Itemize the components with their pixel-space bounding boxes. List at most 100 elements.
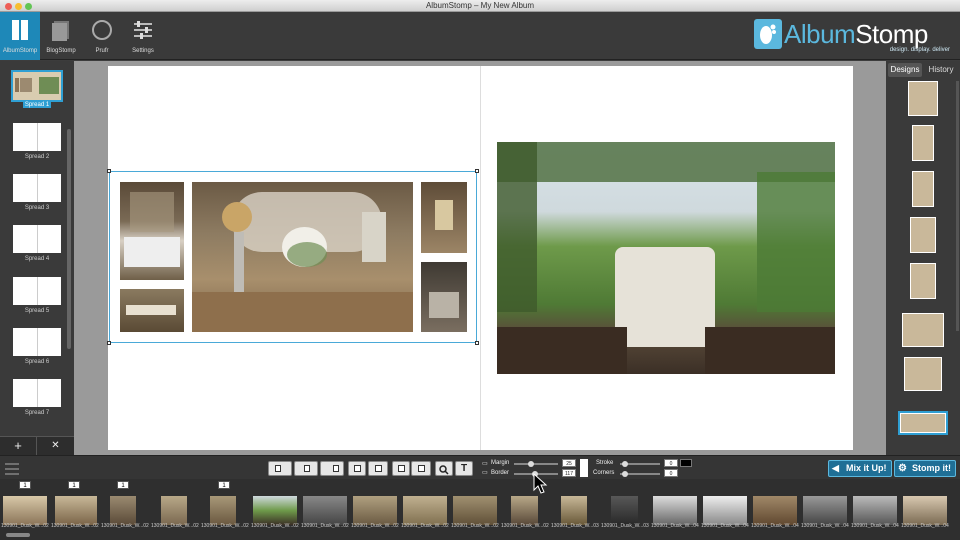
brand-wordmark: AlbumStomp — [784, 19, 928, 50]
spread-label-2: Spread 2 — [24, 154, 50, 160]
stroke-label: Stroke — [596, 460, 614, 466]
filmstrip-photo[interactable] — [703, 496, 747, 525]
resize-handle[interactable] — [475, 169, 479, 173]
filmstrip-photo[interactable] — [903, 496, 947, 525]
filmstrip-photo[interactable] — [353, 496, 397, 525]
filmstrip-photo[interactable] — [853, 496, 897, 525]
filmstrip-filename: 130901_Dusk_W...04 — [901, 523, 949, 529]
filmstrip-photo[interactable] — [653, 496, 697, 525]
grid-layout-button[interactable] — [348, 461, 366, 476]
photo-reception-table-2[interactable] — [120, 289, 184, 332]
design-template[interactable] — [912, 171, 934, 207]
spreads-scrollbar[interactable] — [67, 129, 71, 349]
filmstrip-photo[interactable] — [453, 496, 497, 525]
filmstrip-photo[interactable] — [253, 496, 297, 525]
photo-chairs[interactable] — [421, 262, 467, 332]
spread-thumbnail-4[interactable] — [13, 225, 61, 253]
border-label: Border — [491, 470, 510, 476]
spread-thumbnail-7[interactable] — [13, 379, 61, 407]
tab-history[interactable]: History — [924, 63, 958, 77]
mix-it-up-label: Mix it Up! — [846, 463, 887, 473]
filmstrip-photo[interactable] — [55, 496, 97, 525]
design-template[interactable] — [904, 357, 942, 391]
filmstrip-photo[interactable] — [303, 496, 347, 525]
design-canvas — [74, 61, 886, 455]
corners-label: Corners — [593, 470, 615, 476]
resize-handle[interactable] — [107, 169, 111, 173]
resize-handle[interactable] — [475, 341, 479, 345]
filmstrip-photo[interactable] — [161, 496, 187, 525]
design-template[interactable] — [910, 217, 936, 253]
stomp-it-label: Stomp it! — [912, 463, 951, 473]
usage-count-badge: 1 — [218, 481, 230, 489]
resize-handle[interactable] — [107, 341, 111, 345]
swap-layout-button[interactable] — [392, 461, 410, 476]
text-tool-button[interactable]: T — [455, 461, 473, 476]
spread-label-1: Spread 1 — [22, 102, 52, 108]
border-color-swatch[interactable] — [580, 459, 588, 477]
filmstrip-photo[interactable] — [511, 496, 538, 525]
photo-ceremony-arch[interactable] — [497, 142, 835, 374]
design-template[interactable] — [908, 81, 938, 116]
tool-label: Prufr — [95, 48, 109, 54]
filmstrip-photo[interactable] — [611, 496, 638, 525]
design-template[interactable] — [912, 125, 934, 161]
stomp-it-button[interactable]: ⚙ Stomp it! — [894, 460, 956, 477]
layout-center-button[interactable] — [294, 461, 318, 476]
tool-settings[interactable]: Settings — [123, 12, 163, 60]
border-value[interactable]: 117 — [562, 469, 576, 477]
photo-lantern[interactable] — [421, 182, 467, 253]
flip-layout-button[interactable] — [411, 461, 431, 476]
usage-count-badge: 1 — [117, 481, 129, 489]
filmstrip-photo[interactable] — [803, 496, 847, 525]
corners-slider[interactable] — [620, 471, 660, 477]
filmstrip-photo[interactable] — [403, 496, 447, 525]
spread-label-5: Spread 5 — [24, 308, 50, 314]
filmstrip-photo[interactable] — [561, 496, 587, 525]
usage-count-badge: 1 — [68, 481, 80, 489]
design-template[interactable] — [902, 313, 944, 347]
add-spread-button[interactable]: + — [0, 437, 37, 456]
tool-blogstomp[interactable]: BlogStomp — [41, 12, 81, 60]
design-template[interactable] — [910, 263, 936, 299]
corners-value[interactable]: 0 — [664, 469, 678, 477]
spread-thumbnail-1[interactable] — [11, 70, 63, 102]
remove-spread-button[interactable]: ✕ — [37, 437, 74, 456]
layout-right-button[interactable] — [320, 461, 344, 476]
designs-scrollbar[interactable] — [956, 81, 959, 331]
spread-thumbnail-2[interactable] — [13, 123, 61, 151]
filmstrip-photo[interactable] — [3, 496, 47, 525]
stroke-color-swatch[interactable] — [680, 459, 692, 467]
split-layout-button[interactable] — [368, 461, 388, 476]
filmstrip-filename: 130901_Dusk_W...02 — [101, 523, 149, 529]
filmstrip-filename: 130901_Dusk_W...03 — [601, 523, 649, 529]
footprint-logo-icon — [754, 19, 782, 49]
margin-value[interactable]: 25 — [562, 459, 576, 467]
spread-thumbnail-5[interactable] — [13, 277, 61, 305]
zoom-button[interactable] — [435, 461, 453, 476]
tool-albumstomp[interactable]: AlbumStomp — [0, 12, 40, 60]
stroke-value[interactable]: 0 — [664, 459, 678, 467]
spread-thumbnail-3[interactable] — [13, 174, 61, 202]
menu-icon[interactable] — [5, 463, 19, 475]
photo-centerpiece[interactable] — [192, 182, 413, 332]
filmstrip-filename: 130901_Dusk_W...02 — [151, 523, 199, 529]
mix-it-up-button[interactable]: ◀ Mix it Up! — [828, 460, 892, 477]
filmstrip-scrollbar[interactable] — [6, 533, 30, 537]
usage-count-badge: 1 — [19, 481, 31, 489]
photo-reception-table-1[interactable] — [120, 182, 184, 280]
layout-left-button[interactable] — [268, 461, 292, 476]
filmstrip-photo[interactable] — [210, 496, 236, 525]
tool-prufr[interactable]: Prufr — [82, 12, 122, 60]
filmstrip-filename: 130901_Dusk_W...03 — [551, 523, 599, 529]
margin-slider[interactable] — [514, 461, 558, 467]
stroke-slider[interactable] — [620, 461, 660, 467]
book-icon — [12, 20, 28, 40]
tab-designs[interactable]: Designs — [888, 63, 922, 77]
spread-thumbnail-6[interactable] — [13, 328, 61, 356]
filmstrip-filename: 130901_Dusk_W...02 — [51, 523, 99, 529]
filmstrip-photo[interactable] — [110, 496, 136, 525]
design-template-selected[interactable] — [898, 411, 948, 435]
filmstrip-filename: 130901_Dusk_W...02 — [201, 523, 249, 529]
filmstrip-photo[interactable] — [753, 496, 797, 525]
